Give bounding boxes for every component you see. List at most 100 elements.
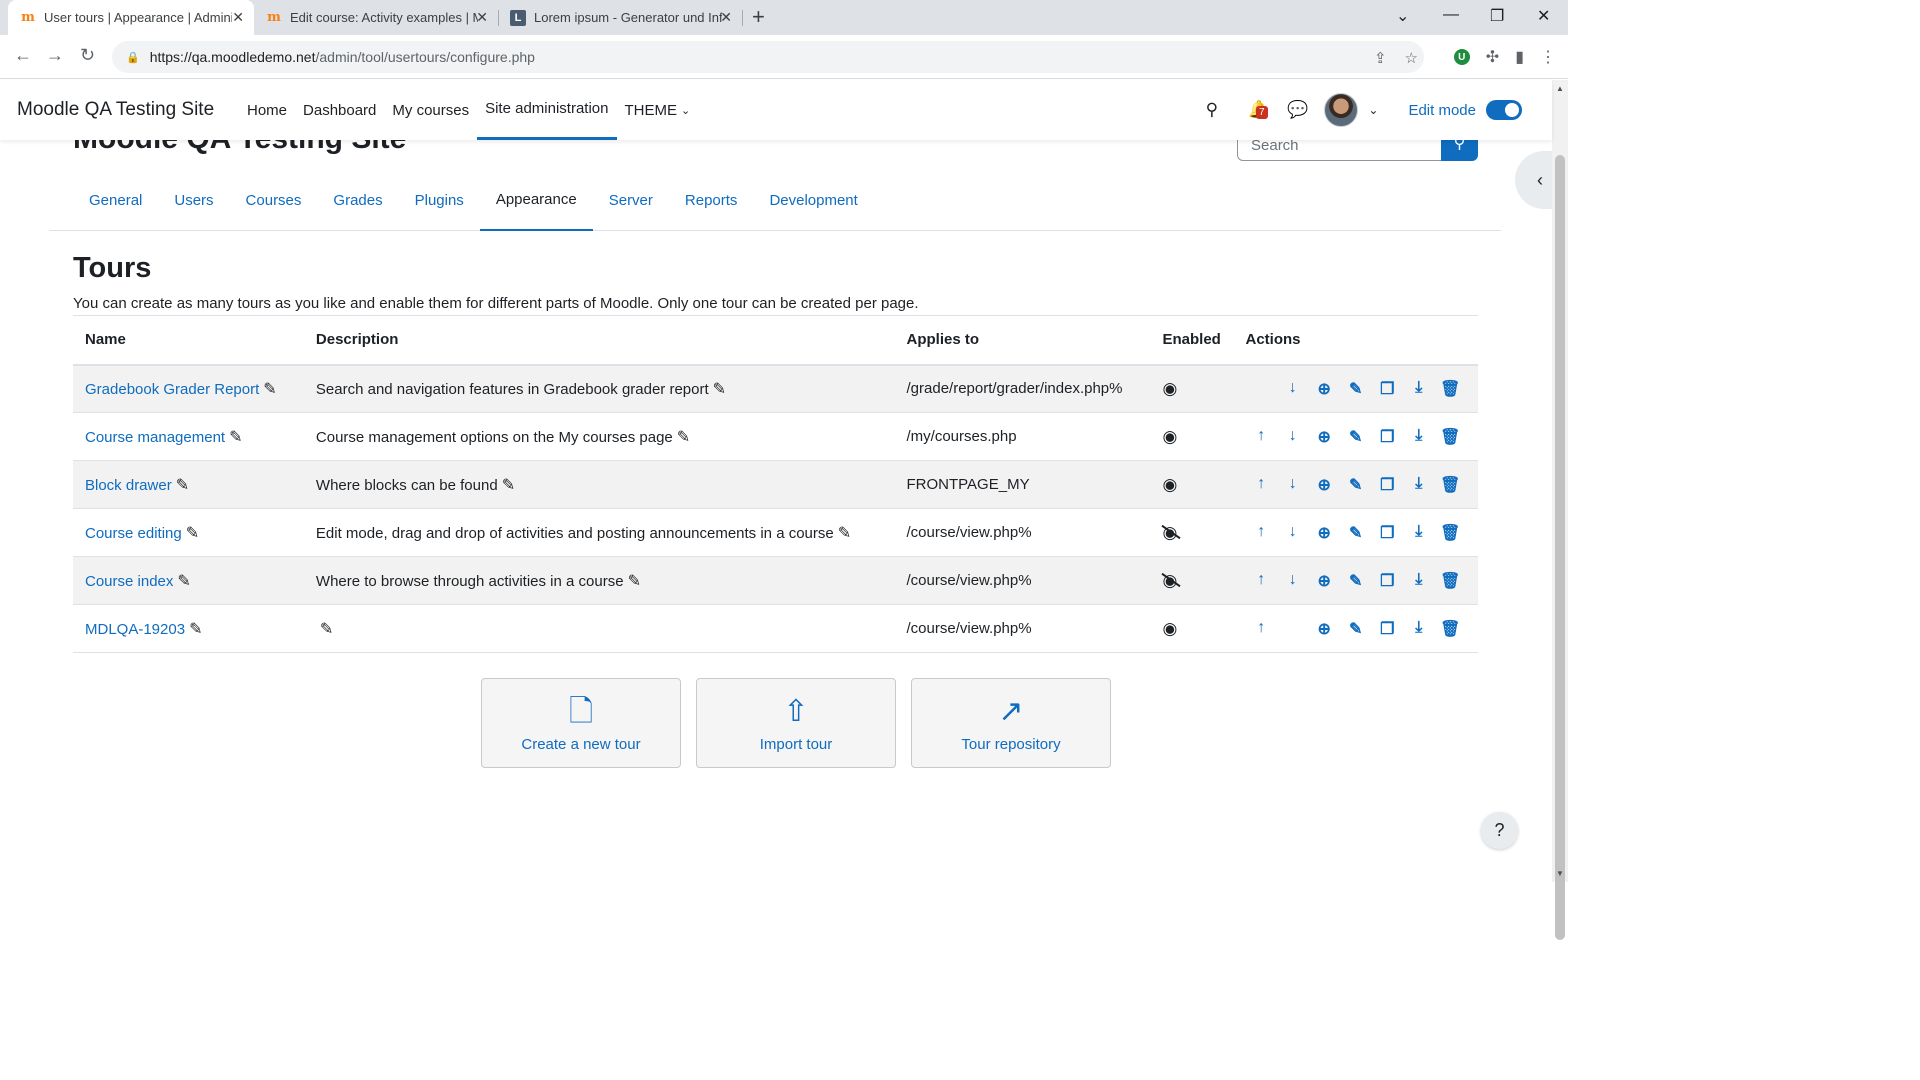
browser-tab-lorem-ipsum[interactable]: L Lorem ipsum - Generator und Inf ✕ xyxy=(498,0,742,35)
edit-mode-toggle[interactable] xyxy=(1486,100,1522,120)
tab-development[interactable]: Development xyxy=(753,170,873,231)
edit-pencil-icon[interactable]: ✎ xyxy=(838,525,851,542)
tab-general[interactable]: General xyxy=(73,170,158,231)
export-download-icon[interactable]: ⤓ xyxy=(1403,379,1435,399)
browser-tab-edit-course[interactable]: m Edit course: Activity examples | M ✕ xyxy=(254,0,498,35)
move-up-arrow-icon[interactable]: ↑ xyxy=(1246,619,1278,639)
notifications-bell-icon[interactable]: 🔔7 xyxy=(1248,100,1269,120)
move-down-arrow-icon[interactable]: ↓ xyxy=(1277,523,1309,543)
edit-pencil-icon[interactable]: ✎ xyxy=(677,429,690,446)
edit-tour-pencil-icon[interactable]: ✎ xyxy=(1340,475,1372,495)
view-steps-zoom-icon[interactable]: ⊕ xyxy=(1309,427,1341,447)
bookmark-star-icon[interactable]: ☆ xyxy=(1405,49,1418,67)
edit-pencil-icon[interactable]: ✎ xyxy=(189,621,202,638)
tab-reports[interactable]: Reports xyxy=(669,170,754,231)
duplicate-icon[interactable]: ❐ xyxy=(1372,475,1404,495)
tab-search-chevron-icon[interactable]: ⌄ xyxy=(1396,6,1409,26)
minimize-icon[interactable]: — xyxy=(1443,6,1459,24)
move-up-arrow-icon[interactable]: ↑ xyxy=(1246,475,1278,495)
maximize-icon[interactable]: ❐ xyxy=(1490,6,1504,26)
move-down-arrow-icon[interactable]: ↓ xyxy=(1277,571,1309,591)
tab-server[interactable]: Server xyxy=(593,170,669,231)
delete-trash-icon[interactable]: 🗑 xyxy=(1435,619,1467,639)
view-steps-zoom-icon[interactable]: ⊕ xyxy=(1309,523,1341,543)
edit-pencil-icon[interactable]: ✎ xyxy=(176,477,189,494)
tab-grades[interactable]: Grades xyxy=(317,170,398,231)
disabled-eye-slash-icon[interactable]: ◉ xyxy=(1162,523,1177,542)
edit-tour-pencil-icon[interactable]: ✎ xyxy=(1340,571,1372,591)
delete-trash-icon[interactable]: 🗑 xyxy=(1435,427,1467,447)
close-tab-icon[interactable]: ✕ xyxy=(476,9,488,26)
nav-site-administration[interactable]: Site administration xyxy=(477,80,617,140)
export-download-icon[interactable]: ⤓ xyxy=(1403,475,1435,495)
close-tab-icon[interactable]: ✕ xyxy=(232,9,244,26)
nav-home[interactable]: Home xyxy=(239,80,295,140)
move-down-arrow-icon[interactable]: ↓ xyxy=(1277,475,1309,495)
export-download-icon[interactable]: ⤓ xyxy=(1403,571,1435,591)
tour-name-link[interactable]: MDLQA-19203 xyxy=(85,621,185,638)
view-steps-zoom-icon[interactable]: ⊕ xyxy=(1309,619,1341,639)
edit-tour-pencil-icon[interactable]: ✎ xyxy=(1340,619,1372,639)
enabled-eye-icon[interactable]: ◉ xyxy=(1162,619,1177,638)
avatar[interactable] xyxy=(1324,93,1359,127)
nav-dashboard[interactable]: Dashboard xyxy=(295,80,384,140)
create-new-tour-button[interactable]: 🗋 Create a new tour xyxy=(481,678,681,768)
browser-tab-user-tours[interactable]: m User tours | Appearance | Admini ✕ xyxy=(8,0,254,35)
tour-repository-button[interactable]: ↗ Tour repository xyxy=(911,678,1111,768)
browser-menu-icon[interactable]: ⋮ xyxy=(1540,47,1556,67)
page-scrollbar[interactable]: ▲ ▼ xyxy=(1552,80,1568,940)
forward-icon[interactable]: → xyxy=(46,45,64,66)
move-down-arrow-icon[interactable]: ↓ xyxy=(1277,427,1309,447)
nav-my-courses[interactable]: My courses xyxy=(384,80,477,140)
new-tab-icon[interactable]: + xyxy=(752,4,765,30)
tab-users[interactable]: Users xyxy=(158,170,229,231)
edit-tour-pencil-icon[interactable]: ✎ xyxy=(1340,523,1372,543)
delete-trash-icon[interactable]: 🗑 xyxy=(1435,523,1467,543)
reload-icon[interactable]: ↻ xyxy=(80,45,95,66)
edit-pencil-icon[interactable]: ✎ xyxy=(502,477,515,494)
enabled-eye-icon[interactable]: ◉ xyxy=(1162,427,1177,446)
edit-tour-pencil-icon[interactable]: ✎ xyxy=(1340,379,1372,399)
delete-trash-icon[interactable]: 🗑 xyxy=(1435,379,1467,399)
delete-trash-icon[interactable]: 🗑 xyxy=(1435,475,1467,495)
extension-shield-icon[interactable]: U xyxy=(1453,49,1470,65)
edit-pencil-icon[interactable]: ✎ xyxy=(186,525,199,542)
view-steps-zoom-icon[interactable]: ⊕ xyxy=(1309,571,1341,591)
tab-appearance[interactable]: Appearance xyxy=(479,170,593,231)
edit-pencil-icon[interactable]: ✎ xyxy=(263,381,276,398)
tour-name-link[interactable]: Course management xyxy=(85,429,225,446)
site-brand[interactable]: Moodle QA Testing Site xyxy=(17,99,214,121)
scroll-up-arrow-icon[interactable]: ▲ xyxy=(1556,84,1564,93)
edit-pencil-icon[interactable]: ✎ xyxy=(177,573,190,590)
tab-courses[interactable]: Courses xyxy=(230,170,318,231)
messages-icon[interactable]: 💬 xyxy=(1287,100,1308,120)
window-close-icon[interactable]: ✕ xyxy=(1537,6,1550,26)
close-tab-icon[interactable]: ✕ xyxy=(720,9,732,26)
share-icon[interactable]: ⇪ xyxy=(1374,49,1387,67)
edit-pencil-icon[interactable]: ✎ xyxy=(320,621,333,638)
edit-pencil-icon[interactable]: ✎ xyxy=(229,429,242,446)
tour-name-link[interactable]: Gradebook Grader Report xyxy=(85,381,259,398)
disabled-eye-slash-icon[interactable]: ◉ xyxy=(1162,571,1177,590)
export-download-icon[interactable]: ⤓ xyxy=(1403,523,1435,543)
nav-theme-dropdown[interactable]: THEME ⌄ xyxy=(617,80,699,140)
delete-trash-icon[interactable]: 🗑 xyxy=(1435,571,1467,591)
view-steps-zoom-icon[interactable]: ⊕ xyxy=(1309,475,1341,495)
duplicate-icon[interactable]: ❐ xyxy=(1372,571,1404,591)
tour-name-link[interactable]: Course index xyxy=(85,573,173,590)
search-icon[interactable]: ⚲ xyxy=(1206,100,1218,120)
duplicate-icon[interactable]: ❐ xyxy=(1372,379,1404,399)
help-button[interactable]: ? xyxy=(1481,812,1518,849)
duplicate-icon[interactable]: ❐ xyxy=(1372,619,1404,639)
extensions-puzzle-icon[interactable]: ✣ xyxy=(1486,47,1499,67)
enabled-eye-icon[interactable]: ◉ xyxy=(1162,475,1177,494)
address-bar[interactable]: 🔒 https://qa.moodledemo.net/admin/tool/u… xyxy=(112,41,1424,73)
import-tour-button[interactable]: ⇧ Import tour xyxy=(696,678,896,768)
move-up-arrow-icon[interactable]: ↑ xyxy=(1246,571,1278,591)
user-menu-chevron-icon[interactable]: ⌄ xyxy=(1368,103,1378,117)
tour-name-link[interactable]: Block drawer xyxy=(85,477,172,494)
enabled-eye-icon[interactable]: ◉ xyxy=(1162,379,1177,398)
edit-pencil-icon[interactable]: ✎ xyxy=(713,381,726,398)
tab-plugins[interactable]: Plugins xyxy=(399,170,480,231)
scrollbar-thumb[interactable] xyxy=(1555,155,1565,940)
